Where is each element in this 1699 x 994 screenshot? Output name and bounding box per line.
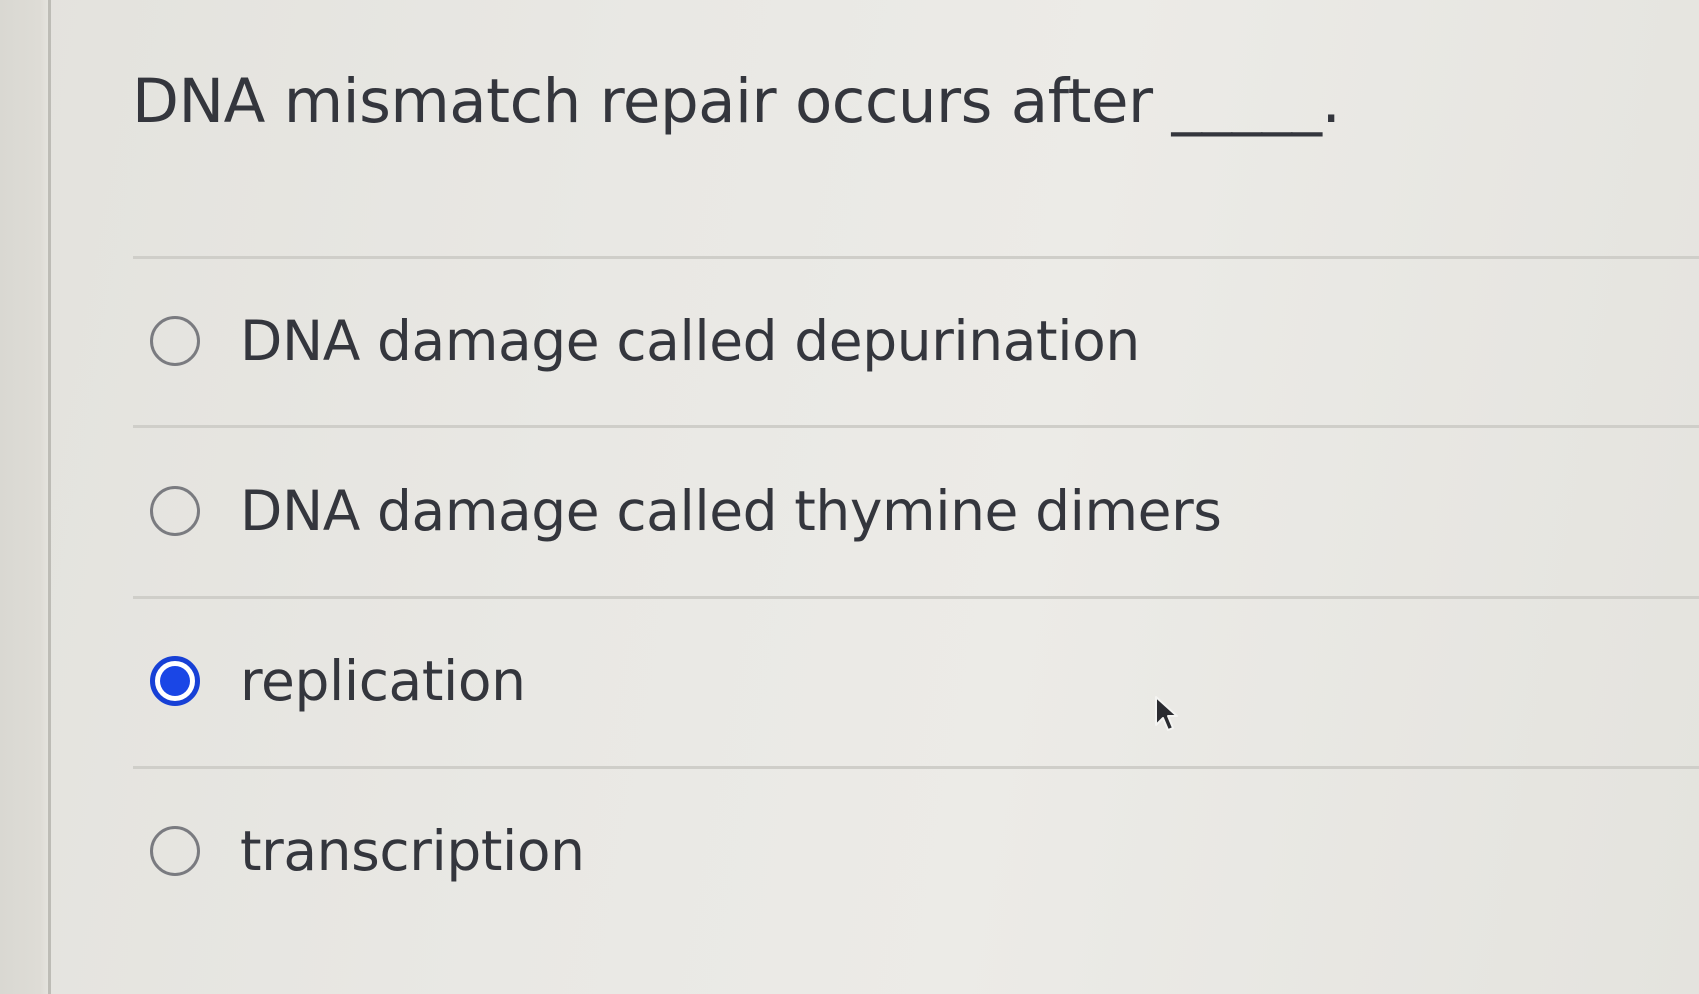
radio-button-replication-selected[interactable]: [150, 656, 200, 706]
left-margin-panel: [0, 0, 50, 994]
option-label-replication: replication: [240, 649, 526, 713]
option-label-depurination: DNA damage called depurination: [240, 309, 1140, 373]
divider: [133, 425, 1699, 428]
answer-option-thymine-dimers[interactable]: DNA damage called thymine dimers: [150, 466, 1222, 556]
answer-option-replication[interactable]: replication: [150, 636, 526, 726]
answer-option-transcription[interactable]: transcription: [150, 806, 585, 896]
mouse-pointer-arrow-icon: [1155, 696, 1178, 731]
divider: [133, 766, 1699, 769]
question-text: DNA mismatch repair occurs after _____.: [132, 66, 1341, 137]
option-label-transcription: transcription: [240, 819, 585, 883]
radio-button-depurination[interactable]: [150, 316, 200, 366]
radio-button-transcription[interactable]: [150, 826, 200, 876]
left-margin-rule: [48, 0, 51, 994]
radio-button-thymine-dimers[interactable]: [150, 486, 200, 536]
divider: [133, 596, 1699, 599]
divider: [133, 256, 1699, 259]
option-label-thymine-dimers: DNA damage called thymine dimers: [240, 479, 1222, 543]
answer-option-depurination[interactable]: DNA damage called depurination: [150, 296, 1140, 386]
